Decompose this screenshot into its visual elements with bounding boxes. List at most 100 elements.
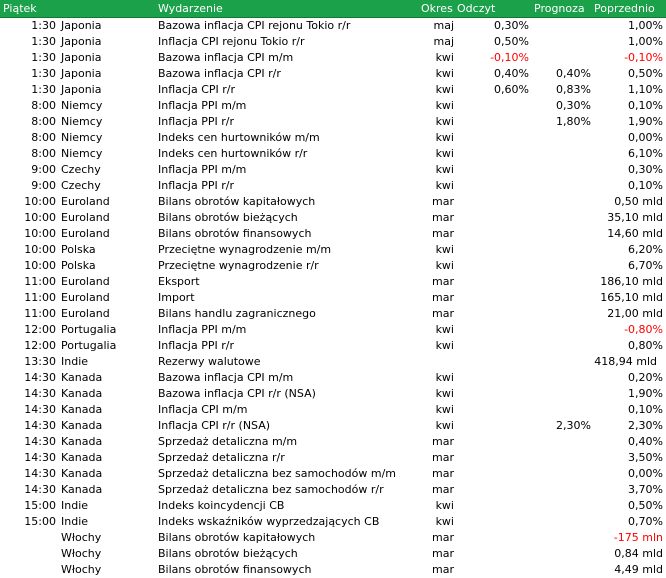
row-previous: 0,00%: [628, 131, 663, 144]
row-period: kwi: [435, 259, 454, 272]
row-event: Import: [158, 291, 195, 304]
row-period: mar: [432, 467, 454, 480]
row-previous: 418,94 mld: [594, 355, 657, 368]
row-country: Indie: [61, 355, 89, 368]
table-row: 1:30 Japonia Inflacja CPI rejonu Tokio r/r…: [0, 34, 666, 50]
row-time: 14:30: [24, 483, 56, 496]
table-row: 9:00 Czechy Inflacja PPI m/m kwi 0,30%: [0, 162, 666, 178]
table-row: 10:00 Euroland Bilans obrotów kapitałowych…: [0, 194, 666, 210]
row-previous: 3,50%: [628, 451, 663, 464]
row-actual: 0,30%: [494, 19, 529, 32]
row-country: Czechy: [61, 163, 101, 176]
row-time: 12:00: [24, 339, 56, 352]
row-country: Japonia: [61, 51, 102, 64]
row-country: Indie: [61, 515, 89, 528]
table-row: 12:00 Portugalia Inflacja PPI m/m kwi -0,80%: [0, 322, 666, 338]
row-country: Euroland: [61, 211, 110, 224]
table-row: 8:00 Niemcy Inflacja PPI m/m kwi 0,30% 0,10%: [0, 98, 666, 114]
row-period: mar: [432, 531, 454, 544]
row-country: Japonia: [61, 83, 102, 96]
table-row: 13:30 Indie Rezerwy walutowe 418,94 mld: [0, 354, 666, 370]
row-time: 1:30: [31, 19, 56, 32]
row-event: Inflacja CPI rejonu Tokio r/r: [158, 35, 305, 48]
row-period: mar: [432, 211, 454, 224]
row-period: kwi: [435, 323, 454, 336]
row-event: Bazowa inflacja CPI m/m: [158, 51, 294, 64]
row-period: kwi: [435, 179, 454, 192]
row-time: 1:30: [31, 67, 56, 80]
row-event: Bilans obrotów kapitałowych: [158, 531, 316, 544]
row-period: mar: [432, 275, 454, 288]
header-event: Wydarzenie: [158, 2, 223, 15]
row-period: kwi: [435, 371, 454, 384]
table-row: 14:30 Kanada Bazowa inflacja CPI r/r (NSA)…: [0, 386, 666, 402]
row-time: 14:30: [24, 403, 56, 416]
row-country: Japonia: [61, 35, 102, 48]
row-previous: 1,90%: [628, 115, 663, 128]
table-row: 11:00 Euroland Import mar 165,10 mld: [0, 290, 666, 306]
row-period: kwi: [435, 51, 454, 64]
row-country: Kanada: [61, 451, 103, 464]
row-event: Bilans obrotów finansowych: [158, 227, 312, 240]
table-row: 8:00 Niemcy Indeks cen hurtowników r/r kwi 6…: [0, 146, 666, 162]
row-country: Włochy: [61, 547, 102, 560]
row-period: kwi: [435, 339, 454, 352]
table-row: 15:00 Indie Indeks wskaźników wyprzedzając…: [0, 514, 666, 530]
row-actual: 0,40%: [494, 67, 529, 80]
table-row: 15:00 Indie Indeks koincydencji CB kwi 0,50%: [0, 498, 666, 514]
header-period: Okres: [421, 2, 453, 15]
row-time: 15:00: [24, 499, 56, 512]
row-previous: -0,80%: [624, 323, 663, 336]
row-country: Indie: [61, 499, 89, 512]
table-row: Włochy Bilans obrotów bieżących mar 0,84 ml…: [0, 546, 666, 562]
row-time: 1:30: [31, 51, 56, 64]
header-actual: Odczyt: [457, 2, 496, 15]
calendar-rows: 1:30 Japonia Bazowa inflacja CPI rejonu To…: [0, 18, 666, 578]
row-time: 14:30: [24, 435, 56, 448]
table-row: 1:30 Japonia Inflacja CPI r/r kwi 0,60% 0,83%…: [0, 82, 666, 98]
table-row: 8:00 Niemcy Indeks cen hurtowników m/m kwi 0…: [0, 130, 666, 146]
row-event: Indeks cen hurtowników m/m: [158, 131, 320, 144]
row-previous: 186,10 mld: [600, 275, 663, 288]
row-event: Bilans handlu zagranicznego: [158, 307, 316, 320]
row-event: Bazowa inflacja CPI m/m: [158, 371, 294, 384]
row-period: kwi: [435, 499, 454, 512]
row-period: kwi: [435, 243, 454, 256]
row-event: Inflacja PPI r/r: [158, 179, 234, 192]
row-actual: -0,10%: [490, 51, 529, 64]
row-event: Bazowa inflacja CPI r/r (NSA): [158, 387, 316, 400]
row-country: Kanada: [61, 467, 103, 480]
row-time: 10:00: [24, 195, 56, 208]
row-country: Włochy: [61, 563, 102, 576]
row-time: 8:00: [31, 99, 56, 112]
row-period: kwi: [435, 515, 454, 528]
row-previous: 1,90%: [628, 387, 663, 400]
row-country: Polska: [61, 243, 96, 256]
row-actual: 0,60%: [494, 83, 529, 96]
row-previous: 2,30%: [628, 419, 663, 432]
row-actual: 0,50%: [494, 35, 529, 48]
row-forecast: 0,40%: [556, 67, 591, 80]
row-time: 11:00: [24, 275, 56, 288]
row-previous: 14,60 mld: [607, 227, 663, 240]
row-period: mar: [432, 451, 454, 464]
row-previous: 0,50%: [628, 499, 663, 512]
row-period: kwi: [435, 419, 454, 432]
row-time: 14:30: [24, 451, 56, 464]
row-country: Kanada: [61, 435, 103, 448]
row-previous: 3,70%: [628, 483, 663, 496]
table-row: Włochy Bilans obrotów kapitałowych mar -175…: [0, 530, 666, 546]
row-country: Włochy: [61, 531, 102, 544]
row-event: Inflacja CPI m/m: [158, 403, 248, 416]
row-event: Sprzedaż detaliczna m/m: [158, 435, 298, 448]
table-row: 9:00 Czechy Inflacja PPI r/r kwi 0,10%: [0, 178, 666, 194]
table-row: 8:00 Niemcy Inflacja PPI r/r kwi 1,80% 1,90%: [0, 114, 666, 130]
row-previous: 0,50 mld: [614, 195, 663, 208]
row-event: Bilans obrotów finansowych: [158, 563, 312, 576]
row-event: Bazowa inflacja CPI rejonu Tokio r/r: [158, 19, 351, 32]
row-event: Sprzedaż detaliczna r/r: [158, 451, 285, 464]
row-event: Inflacja CPI r/r (NSA): [158, 419, 271, 432]
table-row: 11:00 Euroland Bilans handlu zagranicznego…: [0, 306, 666, 322]
row-time: 1:30: [31, 35, 56, 48]
row-previous: 0,20%: [628, 371, 663, 384]
